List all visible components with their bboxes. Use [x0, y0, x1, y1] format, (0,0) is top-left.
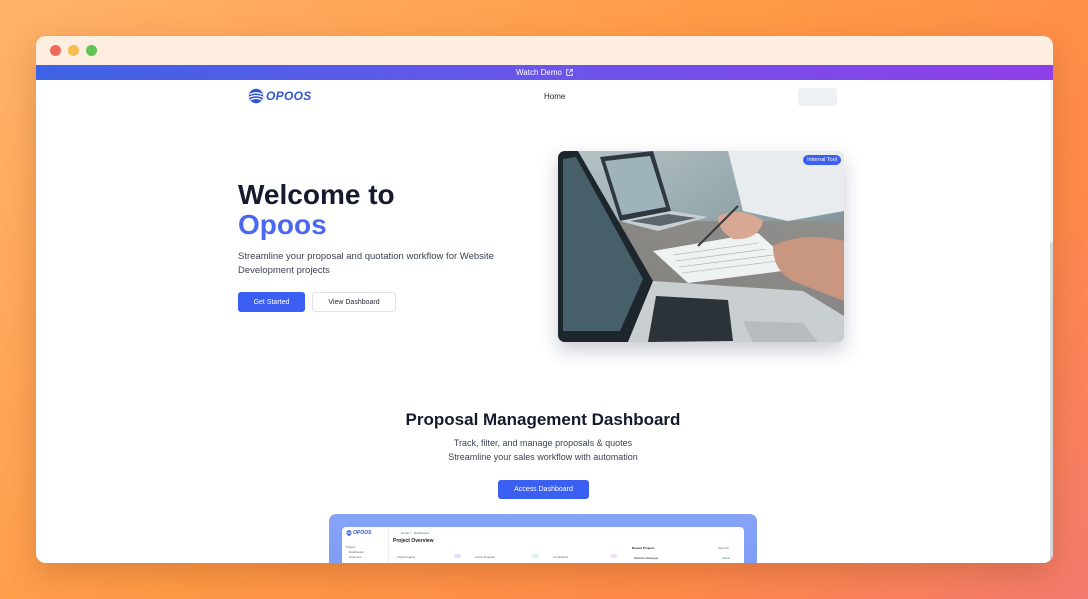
preview-sidebar-divider	[388, 527, 389, 563]
preview-recent-projects-title: Recent Projects	[632, 546, 655, 550]
watch-demo-link[interactable]: Watch Demo	[516, 68, 562, 77]
dashboard-section-subtitle-2: Streamline your sales workflow with auto…	[448, 452, 638, 462]
hero-title: Welcome to Opoos	[238, 180, 395, 240]
nav-home-link[interactable]: Home	[544, 92, 565, 101]
opoos-logo[interactable]: OPOOS	[248, 88, 312, 104]
minimize-window-button[interactable]	[68, 45, 79, 56]
preview-page-title: Project Overview	[393, 538, 434, 544]
preview-stat-icon	[610, 554, 617, 558]
preview-logo-icon	[346, 530, 352, 536]
preview-logo-text: OPOOS	[353, 530, 372, 536]
page-content: OPOOS Home Welcome to Opoos Streamline y…	[36, 80, 1053, 563]
preview-sidebar-item: Dashboard	[349, 550, 364, 554]
preview-stat-icon	[532, 554, 539, 558]
dashboard-section-title: Proposal Management Dashboard	[405, 410, 681, 429]
watch-demo-banner[interactable]: Watch Demo	[36, 65, 1053, 80]
scrollbar-track[interactable]	[1050, 80, 1053, 563]
hero-title-brand: Opoos	[238, 209, 327, 240]
maximize-window-button[interactable]	[86, 45, 97, 56]
logo-mark-icon	[248, 88, 264, 104]
preview-stat-label: Completed	[553, 555, 568, 559]
hero-image: Internal Tool	[558, 151, 844, 342]
close-window-button[interactable]	[50, 45, 61, 56]
dashboard-preview: OPOOS Project Dashboard Overview Home / …	[329, 514, 757, 563]
scrollbar-thumb[interactable]	[1050, 242, 1053, 563]
view-dashboard-button[interactable]: View Dashboard	[312, 292, 396, 312]
preview-sidebar-item: Overview	[349, 555, 362, 559]
preview-breadcrumb-home: Home	[401, 531, 410, 535]
dashboard-section-subtitle-1: Track, filter, and manage proposals & qu…	[453, 438, 633, 448]
window-titlebar	[36, 36, 1053, 65]
browser-window: Watch Demo OPOOS Home Welcome to Opoos S…	[36, 36, 1053, 563]
get-started-button[interactable]: Get Started	[238, 292, 305, 312]
preview-status-badge: Active	[722, 556, 731, 560]
hero-title-line1: Welcome to	[238, 179, 395, 210]
external-link-icon	[566, 69, 573, 76]
preview-view-all-link[interactable]: View All	[718, 546, 728, 550]
laptop-desk-photo	[558, 151, 844, 342]
preview-stat-label: Total Projects	[397, 555, 416, 559]
preview-stat-icon	[454, 554, 461, 558]
preview-recent-project-row: Website Redesign	[634, 556, 659, 560]
preview-breadcrumb-page: Dashboard	[414, 531, 429, 535]
logo-text: OPOOS	[266, 89, 312, 103]
preview-logo: OPOOS	[346, 530, 371, 536]
top-navigation: OPOOS Home	[36, 80, 1050, 114]
hero-subtitle: Streamline your proposal and quotation w…	[238, 251, 494, 276]
dashboard-preview-screen: OPOOS Project Dashboard Overview Home / …	[342, 527, 744, 563]
preview-breadcrumb-separator: /	[410, 531, 411, 535]
preview-stat-label: Active Projects	[475, 555, 495, 559]
preview-sidebar-label: Project	[346, 545, 356, 549]
nav-action-button[interactable]	[798, 88, 837, 106]
internal-tool-badge: Internal Tool	[803, 155, 841, 165]
access-dashboard-button[interactable]: Access Dashboard	[498, 480, 589, 499]
